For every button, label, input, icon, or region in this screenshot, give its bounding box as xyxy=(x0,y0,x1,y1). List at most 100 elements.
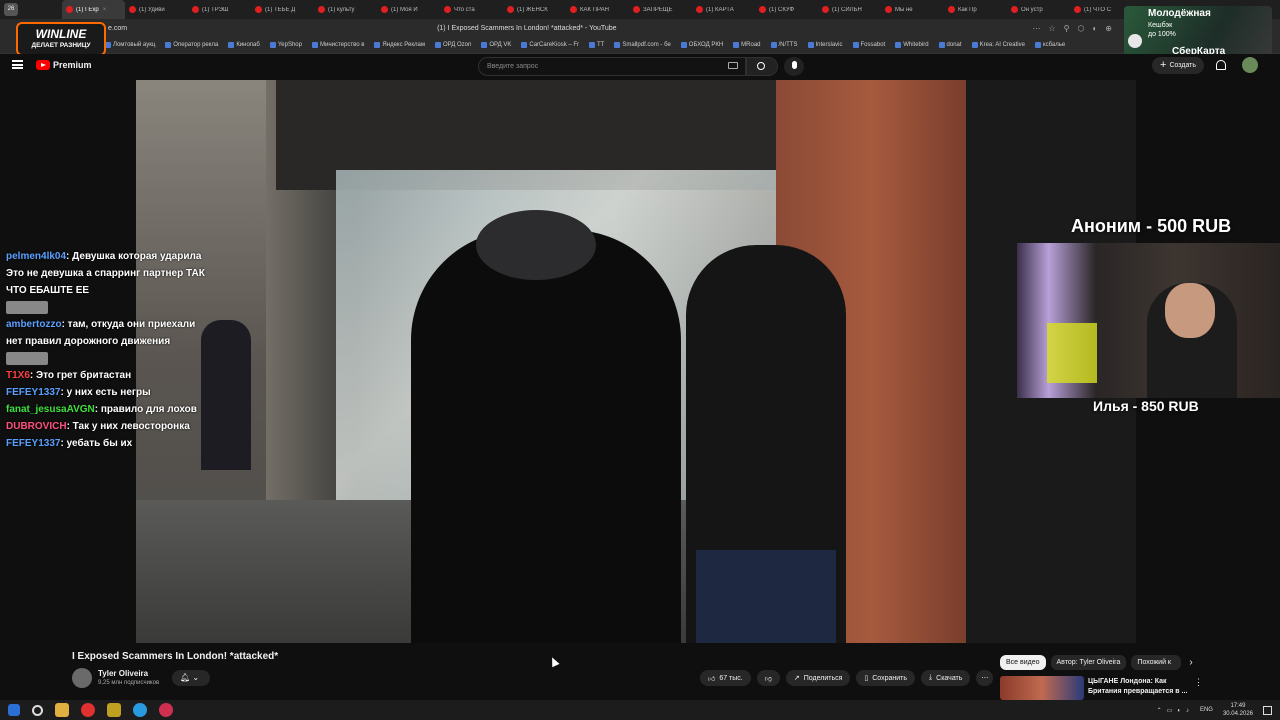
bookmark-item[interactable]: ОРД Ozon xyxy=(435,42,471,48)
recommended-thumbnail[interactable] xyxy=(1000,676,1084,700)
download-button[interactable]: ⤓ Скачать xyxy=(921,670,971,686)
save-button[interactable]: ▯ Сохранить xyxy=(856,670,916,686)
bookmark-item[interactable]: Министерство в xyxy=(311,42,364,48)
winline-ad[interactable]: WINLINE ДЕЛАЕТ РАЗНИЦУ xyxy=(16,22,106,56)
browser-tab[interactable]: Как Пр xyxy=(944,0,1007,19)
filter-chip-all[interactable]: Все видео xyxy=(1000,655,1046,670)
browser-tab[interactable]: Он устр xyxy=(1007,0,1070,19)
winline-slogan: ДЕЛАЕТ РАЗНИЦУ xyxy=(31,42,91,49)
browser-tab[interactable]: (1) Моя И xyxy=(377,0,440,19)
tab-label: (1) ТРЭШ xyxy=(202,6,229,13)
browser-tab[interactable]: Мы не xyxy=(881,0,944,19)
create-label: Создать xyxy=(1169,62,1197,69)
browser-tab[interactable]: (1) ТРЭШ xyxy=(188,0,251,19)
more-vertical-icon[interactable]: ⋮ xyxy=(1194,677,1203,688)
search-input[interactable]: Введите запрос xyxy=(478,57,746,76)
browser-tab[interactable]: ЗАПРЕЩЕ xyxy=(629,0,692,19)
account-avatar[interactable] xyxy=(1242,57,1258,73)
app-icon[interactable] xyxy=(107,703,121,717)
tray-icons[interactable]: ⌃▭◐♪ xyxy=(1157,707,1194,714)
browser-tab[interactable]: (1) I Exp × xyxy=(62,0,125,19)
bookmark-item[interactable]: ОРД VK xyxy=(481,42,511,48)
bookmark-item[interactable]: Оператор рекла xyxy=(165,42,218,48)
subscribe-bell-button[interactable]: 🔔︎ ⌄ xyxy=(172,670,210,686)
clock-date: 30.04.2026 xyxy=(1222,711,1253,717)
sber-ad-line2: Кешбэк xyxy=(1148,22,1173,29)
like-button[interactable]: 👍︎ 67 тыс. xyxy=(700,670,751,686)
clock[interactable]: 17:49 30.04.2026 xyxy=(1223,702,1253,718)
clock-time: 17:49 xyxy=(1230,703,1246,709)
tab-label: (1) ЧТО С xyxy=(1084,6,1112,13)
browser-tab[interactable]: (1) СКУФ xyxy=(755,0,818,19)
bookmark-label: Krea: AI Creative xyxy=(979,42,1025,48)
voice-search-button[interactable] xyxy=(784,57,804,76)
bookmark-item[interactable]: Krea: AI Creative xyxy=(971,42,1025,48)
recommended-title[interactable]: ЦЫГАНЕ Лондона: Как Британия превращается… xyxy=(1088,677,1187,697)
dislike-button[interactable]: 👎︎ xyxy=(756,670,780,686)
filter-chip-author[interactable]: Автор: Tyler Oliveira xyxy=(1050,655,1127,670)
bookmark-item[interactable]: ОБХОД РКН xyxy=(680,42,723,48)
browser-tab[interactable]: Что ста xyxy=(440,0,503,19)
notification-center-icon[interactable] xyxy=(1263,705,1272,715)
bookmark-item[interactable]: Кинопаб xyxy=(228,42,260,48)
toolbar-icons[interactable]: ⋯☆⚲⬡◐⊕ xyxy=(1032,24,1120,33)
bookmark-item[interactable]: YepShop xyxy=(269,42,302,48)
youtube-logo[interactable]: Premium xyxy=(36,60,92,70)
url-field[interactable]: e.com xyxy=(108,25,127,32)
chat-username: pelmen4lk04 xyxy=(6,251,67,262)
windows-start-icon[interactable] xyxy=(8,704,20,716)
channel-name[interactable]: Tyler Oliveira xyxy=(98,669,148,678)
browser-tab[interactable]: КАК ПРАН xyxy=(566,0,629,19)
browser-tab[interactable]: (1) культу xyxy=(314,0,377,19)
yandex-browser-icon[interactable] xyxy=(81,703,95,717)
browser-tab[interactable]: (1) ЖЕНСК xyxy=(503,0,566,19)
browser-tab[interactable]: (1) КАРТА xyxy=(692,0,755,19)
chat-message: ambertozzo: там, откуда они приехали нет… xyxy=(6,316,211,367)
file-explorer-icon[interactable] xyxy=(55,703,69,717)
youtube-favicon-icon xyxy=(66,6,73,13)
language-indicator[interactable]: ENG xyxy=(1200,707,1213,713)
obs-icon[interactable] xyxy=(159,703,173,717)
browser-tab[interactable]: (1) Удиви xyxy=(125,0,188,19)
bookmark-item[interactable]: TT xyxy=(589,42,604,48)
search-button[interactable] xyxy=(746,57,778,76)
chat-text: уебать бы их xyxy=(66,438,133,449)
bookmark-item[interactable]: ксбалье xyxy=(1034,42,1065,48)
menu-icon[interactable] xyxy=(12,60,23,69)
bookmark-item[interactable]: MRoad xyxy=(733,42,761,48)
notifications-bell-icon[interactable] xyxy=(1216,60,1226,70)
bookmark-item[interactable]: Smallpdf.com - бе xyxy=(614,42,671,48)
bookmark-favicon-icon xyxy=(680,42,687,48)
chat-message: FEFEY1337: у них есть негры xyxy=(6,387,151,398)
stream-chat-overlay: pelmen4lk04: Девушка которая ударила Это… xyxy=(6,248,211,452)
share-button[interactable]: ↗ Поделиться xyxy=(785,670,851,686)
bookmark-item[interactable]: Fossabot xyxy=(852,42,885,48)
bookmark-item[interactable]: Interslavic xyxy=(807,42,843,48)
telegram-icon[interactable] xyxy=(133,703,147,717)
bookmark-item[interactable]: Яндекс Реклам xyxy=(374,42,425,48)
more-actions-button[interactable]: ⋯ xyxy=(976,670,994,686)
download-label: Скачать xyxy=(936,674,963,682)
channel-avatar[interactable] xyxy=(72,668,92,688)
keyboard-icon[interactable] xyxy=(728,62,738,69)
browser-tab[interactable]: (1) СИЛЬН xyxy=(818,0,881,19)
bookmark-item[interactable]: /N/TTS xyxy=(770,42,798,48)
close-tab-icon[interactable]: × xyxy=(103,7,107,13)
browser-tab[interactable]: (1) ТЕБЕ Д xyxy=(251,0,314,19)
create-button[interactable]: + Создать xyxy=(1152,57,1205,74)
subscriber-count: 9,25 млн подписчиков xyxy=(98,680,160,686)
tab-count-badge[interactable]: 26 xyxy=(4,3,18,16)
bookmark-item[interactable]: donat xyxy=(938,42,962,48)
bookmark-item[interactable]: CarCareKiosk – Fr xyxy=(521,42,579,48)
chevron-right-icon[interactable]: › xyxy=(1189,657,1192,668)
bookmark-item[interactable]: Ломтовый аукц xyxy=(105,42,155,48)
search-taskbar-icon[interactable] xyxy=(32,704,43,716)
bookmark-favicon-icon xyxy=(895,42,902,48)
filter-chip-similar[interactable]: Похожий к xyxy=(1131,655,1182,670)
video-player[interactable] xyxy=(136,80,1136,643)
recommended-title-line2: Британия превращается в ... xyxy=(1088,688,1188,695)
bookmark-favicon-icon xyxy=(374,42,381,48)
thumbs-up-icon: 👍︎ xyxy=(708,675,716,683)
tab-label: (1) Моя И xyxy=(391,6,418,13)
bookmark-item[interactable]: Whitebird xyxy=(895,42,929,48)
